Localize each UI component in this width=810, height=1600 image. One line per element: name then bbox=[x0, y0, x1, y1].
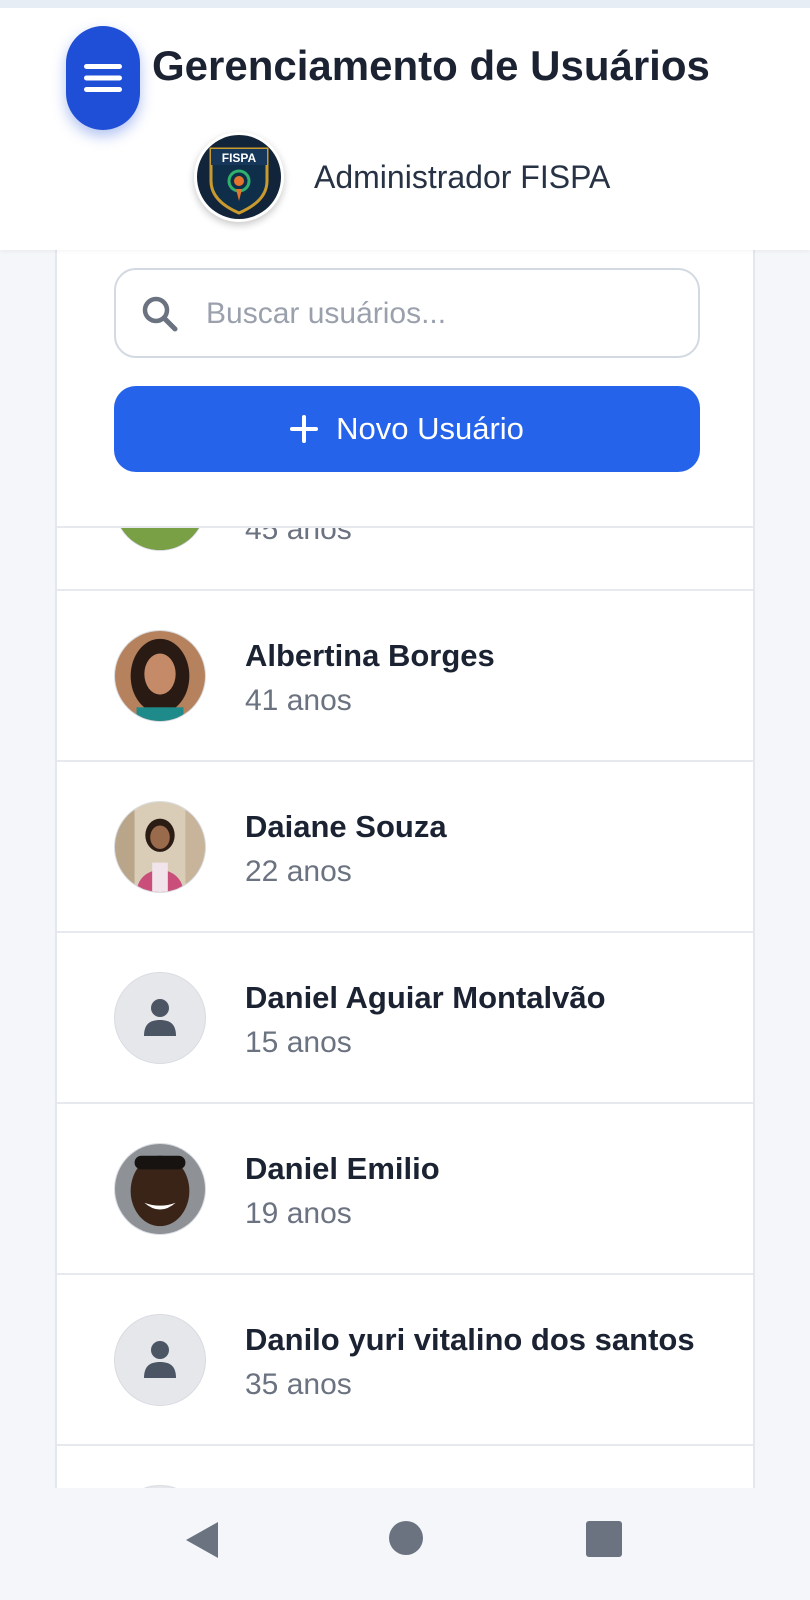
new-user-button[interactable]: Novo Usuário bbox=[114, 386, 700, 472]
user-age: 22 anos bbox=[245, 855, 352, 888]
fispa-shield-logo: FISPA bbox=[197, 135, 281, 219]
admin-name: Administrador FISPA bbox=[314, 159, 611, 195]
user-name: Daiane Souza bbox=[245, 809, 447, 844]
list-item[interactable]: Danilo yuri vitalino dos santos 35 anos bbox=[57, 1275, 753, 1446]
list-item[interactable]: Daiane Souza 22 anos bbox=[57, 762, 753, 933]
user-age: 15 anos bbox=[245, 1026, 352, 1059]
user-age: 35 anos bbox=[245, 1368, 352, 1401]
person-placeholder-icon bbox=[144, 1341, 176, 1378]
user-photo bbox=[115, 528, 205, 550]
list-item[interactable] bbox=[57, 1446, 753, 1490]
list-item[interactable]: Daniel Emilio 19 anos bbox=[57, 1104, 753, 1275]
avatar bbox=[114, 801, 206, 893]
avatar bbox=[114, 630, 206, 722]
users-panel: Novo Usuário 45 anos bbox=[55, 250, 755, 1490]
user-age: 45 anos bbox=[245, 528, 352, 546]
avatar bbox=[114, 972, 206, 1064]
person-placeholder-icon bbox=[144, 999, 176, 1036]
list-item[interactable]: 45 anos bbox=[57, 528, 753, 591]
users-list[interactable]: 45 anos Albertina Borges 41 anos Daiane … bbox=[57, 528, 753, 1490]
search-icon bbox=[142, 296, 178, 332]
user-name: Danilo yuri vitalino dos santos bbox=[245, 1322, 695, 1357]
app-header: Gerenciamento de Usuários FISPA Administ… bbox=[0, 8, 810, 250]
list-item[interactable]: Albertina Borges 41 anos bbox=[57, 591, 753, 762]
avatar bbox=[114, 1143, 206, 1235]
new-user-button-label: Novo Usuário bbox=[336, 411, 524, 446]
search-box[interactable] bbox=[114, 268, 700, 358]
plus-icon bbox=[290, 415, 319, 443]
user-age: 19 anos bbox=[245, 1197, 352, 1230]
organization-logo: FISPA bbox=[194, 132, 284, 222]
svg-text:FISPA: FISPA bbox=[222, 151, 257, 165]
circle-home-icon[interactable] bbox=[388, 1520, 424, 1556]
menu-button[interactable] bbox=[66, 26, 140, 130]
triangle-back-icon[interactable] bbox=[184, 1520, 220, 1560]
list-item[interactable]: Daniel Aguiar Montalvão 15 anos bbox=[57, 933, 753, 1104]
user-name: Daniel Emilio bbox=[245, 1151, 440, 1186]
hamburger-menu-icon bbox=[84, 64, 122, 92]
user-photo bbox=[115, 1144, 205, 1234]
page-title: Gerenciamento de Usuários bbox=[152, 42, 710, 89]
square-recents-icon[interactable] bbox=[586, 1521, 622, 1557]
avatar bbox=[114, 528, 206, 551]
user-name: Daniel Aguiar Montalvão bbox=[245, 980, 606, 1015]
system-navigation-bar bbox=[0, 1488, 810, 1600]
avatar bbox=[114, 1314, 206, 1406]
search-input[interactable] bbox=[206, 292, 676, 336]
status-strip bbox=[0, 0, 810, 8]
user-photo bbox=[115, 631, 205, 721]
user-photo bbox=[115, 802, 205, 892]
user-age: 41 anos bbox=[245, 684, 352, 717]
user-name: Albertina Borges bbox=[245, 638, 495, 673]
